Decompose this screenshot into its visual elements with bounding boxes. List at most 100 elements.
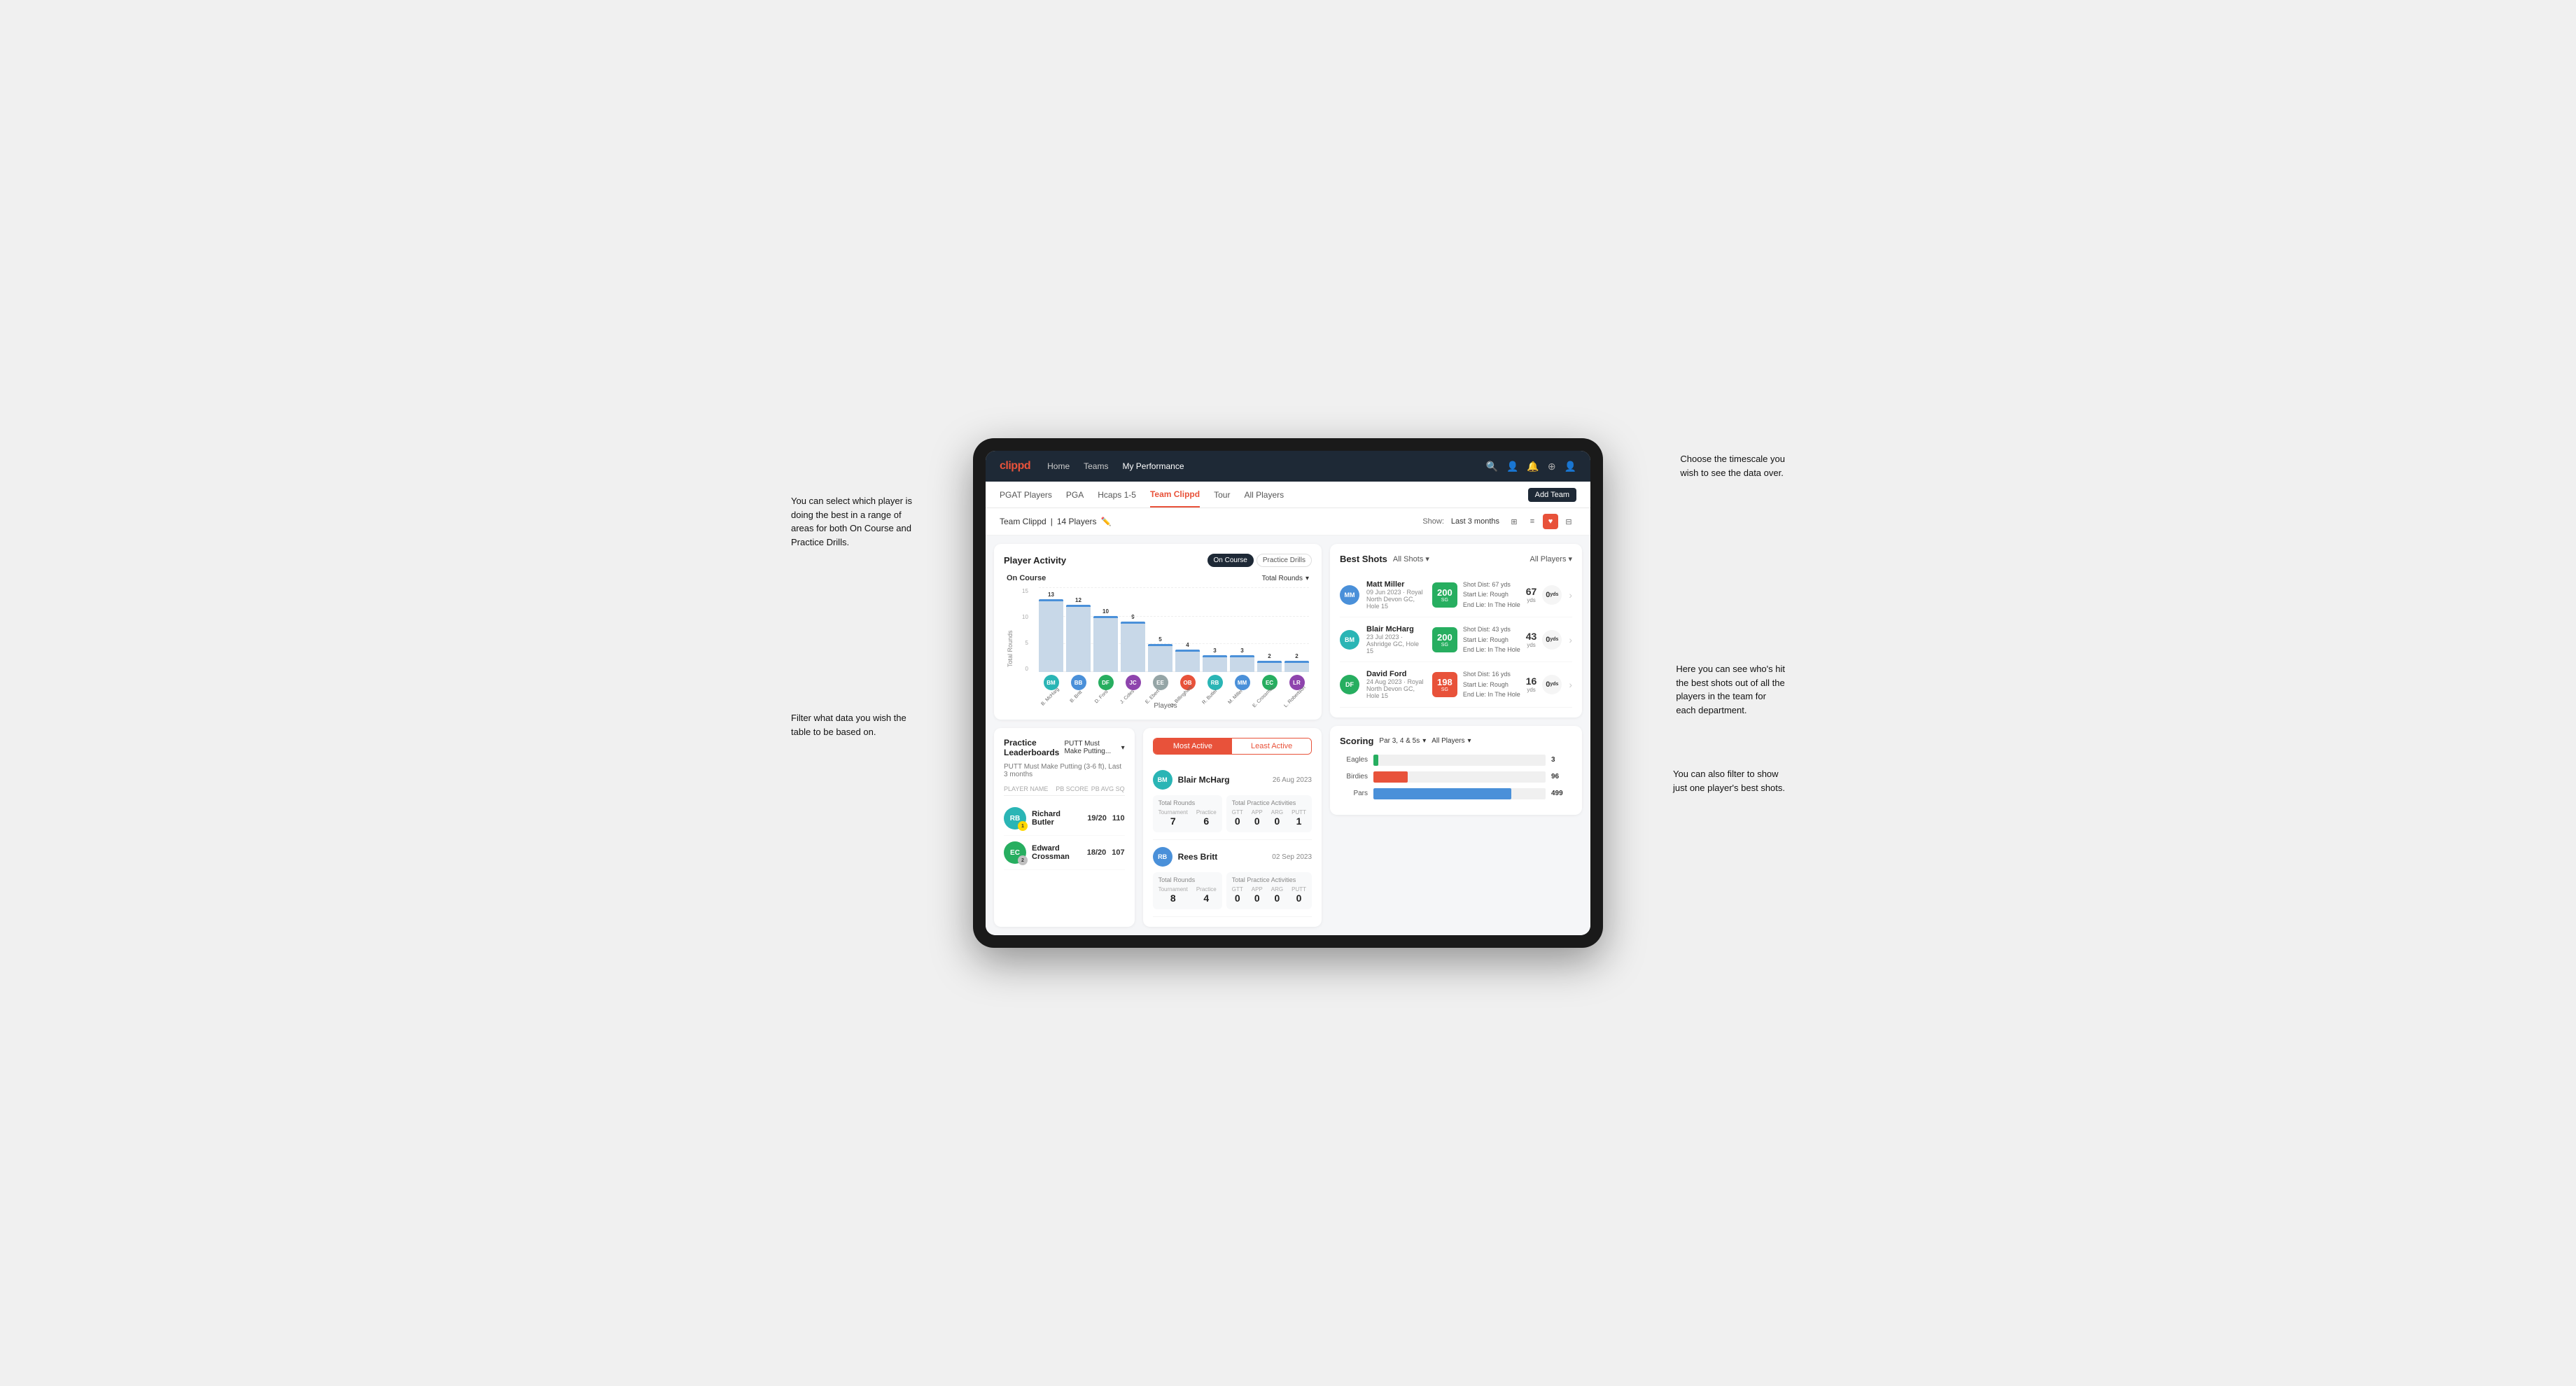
- add-team-button[interactable]: Add Team: [1528, 488, 1576, 502]
- player-activity-card: Player Activity On Course Practice Drill…: [994, 544, 1322, 720]
- total-rounds-label-2: Total Rounds: [1158, 876, 1217, 883]
- active-avatar-2: RB: [1153, 847, 1172, 867]
- nav-myperformance[interactable]: My Performance: [1122, 458, 1184, 474]
- y-0: 0: [1025, 666, 1028, 672]
- name-row-MM: M. Miller: [1224, 693, 1247, 699]
- gtt-stat-2: GTT 0: [1232, 886, 1243, 905]
- x-axis-label: Players: [1022, 702, 1309, 710]
- bar-LR: 2: [1284, 653, 1309, 672]
- bell-icon[interactable]: 🔔: [1527, 461, 1539, 472]
- bar-fill-OB: [1175, 650, 1200, 672]
- bar-DF: 10: [1093, 608, 1118, 672]
- settings-icon[interactable]: ⊕: [1548, 461, 1556, 472]
- app-label-2: APP: [1252, 886, 1263, 892]
- shot-stat-1: 67 yds: [1526, 586, 1537, 603]
- bar-fill-LR: [1284, 661, 1309, 672]
- name-row-EC: E. Crossman: [1250, 693, 1278, 699]
- annotation-player-filter: You can also filter to showjust one play…: [1673, 767, 1785, 794]
- scoring-filter1[interactable]: Par 3, 4 & 5s ▾: [1379, 737, 1426, 745]
- list-view-icon[interactable]: ≡: [1525, 514, 1540, 529]
- on-course-toggle[interactable]: On Course: [1208, 554, 1254, 567]
- name-row-OB: O. Billingham: [1167, 693, 1196, 699]
- nav-home[interactable]: Home: [1047, 458, 1070, 474]
- best-shots-card: Best Shots All Shots ▾ All Players ▾ MM: [1330, 544, 1582, 718]
- filter-view-icon[interactable]: ⊟: [1561, 514, 1576, 529]
- avatar-EE: EE: [1153, 675, 1168, 690]
- shot-avatar-2: BM: [1340, 630, 1359, 650]
- shot-avatar-3: DF: [1340, 675, 1359, 694]
- y-5: 5: [1025, 640, 1028, 646]
- profile-icon[interactable]: 👤: [1564, 461, 1576, 472]
- bar-val-OB: 4: [1186, 642, 1189, 648]
- leaderboard-dropdown[interactable]: PUTT Must Make Putting... ▾: [1064, 740, 1124, 755]
- shot-avatar-1: MM: [1340, 585, 1359, 605]
- bar-fill-EC: [1257, 661, 1282, 672]
- shot-chevron-1[interactable]: ›: [1569, 589, 1572, 601]
- total-rounds-dropdown[interactable]: Total Rounds ▾: [1262, 575, 1309, 582]
- bar-EC: 2: [1257, 653, 1282, 672]
- team-separator: |: [1051, 517, 1053, 526]
- player-activity-header: Player Activity On Course Practice Drill…: [1004, 554, 1312, 567]
- team-title: Team Clippd | 14 Players ✏️: [1000, 517, 1111, 526]
- grid-view-icon[interactable]: ⊞: [1506, 514, 1522, 529]
- shot-lie-start-3: Start Lie: Rough: [1463, 680, 1520, 690]
- rank-badge-2: 2: [1018, 855, 1028, 865]
- name-row-RB: R. Butler: [1199, 693, 1222, 699]
- active-player-2: RB Rees Britt 02 Sep 2023 Total Rounds: [1153, 840, 1312, 917]
- users-icon[interactable]: 👤: [1506, 461, 1518, 472]
- scoring-filter2[interactable]: All Players ▾: [1432, 737, 1471, 745]
- sub-nav-team-clippd[interactable]: Team Clippd: [1150, 482, 1200, 507]
- pars-bar-wrap: [1373, 788, 1546, 799]
- search-icon[interactable]: 🔍: [1486, 461, 1498, 472]
- player-activity-title: Player Activity: [1004, 555, 1066, 566]
- arg-label-1: ARG: [1271, 809, 1283, 816]
- shot-dist-2: Shot Dist: 43 yds: [1463, 624, 1520, 634]
- bar-RB: 3: [1203, 648, 1227, 672]
- leaderboard-row-1: RB 1 Richard Butler 19/20 110: [1004, 802, 1125, 836]
- total-rounds-vals-2: Tournament 8 Practice 4: [1158, 886, 1217, 905]
- active-avatar-1: BM: [1153, 770, 1172, 790]
- show-select[interactable]: Last 3 months: [1451, 517, 1499, 526]
- shots-filter1[interactable]: All Shots ▾: [1393, 554, 1429, 564]
- shot-player-info-1: Matt Miller 09 Jun 2023 · Royal North De…: [1366, 580, 1425, 610]
- most-active-tab[interactable]: Most Active: [1154, 738, 1233, 754]
- bar-fill-DF: [1093, 616, 1118, 672]
- name-row-LR: L. Robertson: [1281, 693, 1309, 699]
- shot-lie-start-2: Start Lie: Rough: [1463, 635, 1520, 645]
- edit-icon[interactable]: ✏️: [1101, 517, 1112, 526]
- shot-dist-3: Shot Dist: 16 yds: [1463, 669, 1520, 679]
- sub-nav-tour[interactable]: Tour: [1214, 482, 1230, 507]
- shot-player-meta-3: 24 Aug 2023 · Royal North Devon GC, Hole…: [1366, 678, 1425, 699]
- practice-drills-toggle[interactable]: Practice Drills: [1256, 554, 1312, 567]
- sub-nav-all-players[interactable]: All Players: [1244, 482, 1284, 507]
- sub-nav-hcaps[interactable]: Hcaps 1-5: [1098, 482, 1136, 507]
- heart-view-icon[interactable]: ♥: [1543, 514, 1558, 529]
- putt-val-2: 0: [1296, 892, 1302, 904]
- sub-nav-pgat[interactable]: PGAT Players: [1000, 482, 1052, 507]
- bar-fill-MM: [1230, 655, 1254, 672]
- bar-JC: 9: [1121, 614, 1145, 672]
- shot-chevron-3[interactable]: ›: [1569, 679, 1572, 690]
- shot-dist-1: Shot Dist: 67 yds: [1463, 580, 1520, 589]
- practice-leaderboard-card: Practice Leaderboards PUTT Must Make Put…: [994, 728, 1135, 927]
- avatar-row-BB: BB: [1066, 675, 1091, 690]
- shot-chevron-2[interactable]: ›: [1569, 634, 1572, 645]
- player-lb-score-2: 18/20: [1087, 848, 1107, 857]
- most-active-card: Most Active Least Active BM Blair McHarg…: [1143, 728, 1322, 927]
- sub-nav-pga[interactable]: PGA: [1066, 482, 1084, 507]
- shots-filter2[interactable]: All Players ▾: [1530, 554, 1573, 564]
- team-header: Team Clippd | 14 Players ✏️ Show: Last 3…: [986, 508, 1590, 536]
- gtt-val-2: 0: [1235, 892, 1240, 904]
- gtt-stat-1: GTT 0: [1232, 809, 1243, 828]
- avatar-MM: MM: [1235, 675, 1250, 690]
- least-active-tab[interactable]: Least Active: [1232, 738, 1311, 754]
- active-tabs: Most Active Least Active: [1153, 738, 1312, 755]
- nav-teams[interactable]: Teams: [1084, 458, 1108, 474]
- col-pb-avg: PB AVG SQ: [1091, 785, 1125, 792]
- shot-badge-3: 198 SG: [1432, 672, 1457, 697]
- bar-val-BB: 12: [1075, 597, 1082, 603]
- putt-stat-1: PUTT 1: [1292, 809, 1306, 828]
- activity-toggle-group: On Course Practice Drills: [1208, 554, 1312, 567]
- bar-fill-JC: [1121, 622, 1145, 672]
- leaderboard-row-2: EC 2 Edward Crossman 18/20 107: [1004, 836, 1125, 870]
